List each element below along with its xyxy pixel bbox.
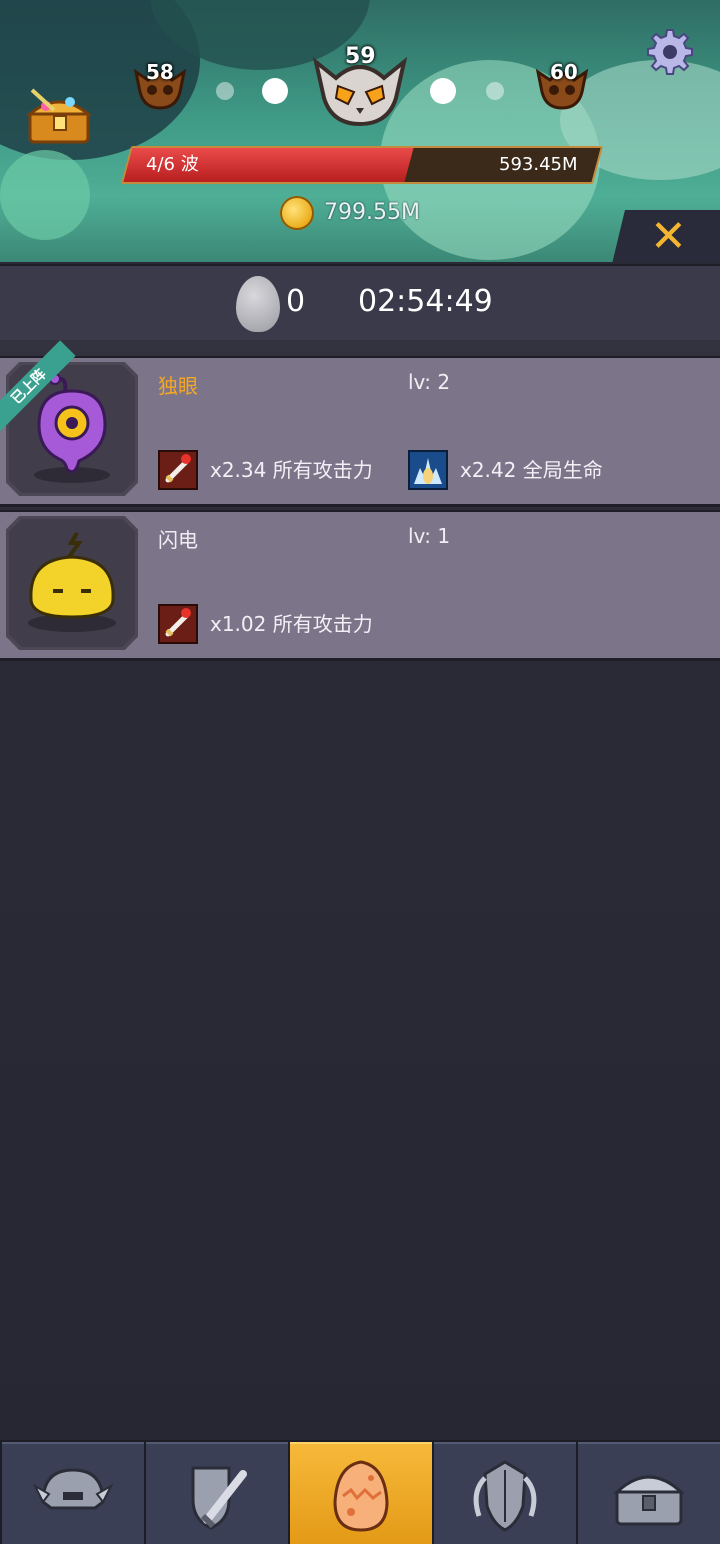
wave-dot [430, 78, 456, 104]
egg-icon [333, 1460, 389, 1532]
tab-armor[interactable] [434, 1442, 576, 1544]
pet-level: lv: 1 [408, 524, 451, 548]
battle-header: 58 59 60 4/6 波 593.45M 799.55M ✕ [0, 0, 720, 262]
treasure-chest-icon[interactable] [24, 86, 96, 148]
pet-portrait [6, 516, 138, 650]
close-icon: ✕ [650, 211, 687, 262]
wave-dot [486, 82, 504, 100]
helmet-icon [33, 1468, 113, 1510]
egg-count: 0 [286, 284, 306, 319]
sword-icon [158, 450, 198, 490]
shield-sword-icon [191, 1466, 247, 1530]
pet-list: 已上阵 独眼 lv: 2 x2.34 所有攻击力 x2.42 全局生命 闪电 l… [0, 340, 720, 1440]
bottom-nav [0, 1440, 720, 1544]
wave-next-number: 60 [550, 60, 578, 84]
pet-level: lv: 2 [408, 370, 451, 394]
pet-name: 独眼 [158, 374, 198, 398]
tab-equipment[interactable] [146, 1442, 288, 1544]
bush [0, 150, 90, 240]
lightning-pet-icon [28, 531, 116, 632]
tab-eggs[interactable] [290, 1442, 432, 1544]
close-button[interactable]: ✕ [612, 210, 720, 262]
health-aura-icon [408, 450, 448, 490]
armor-icon [473, 1460, 537, 1532]
sword-icon [158, 604, 198, 644]
wave-progress-label: 4/6 波 [146, 154, 199, 175]
treasure-chest-icon [613, 1475, 685, 1526]
gold-coin-icon [280, 196, 314, 230]
egg-icon [236, 276, 280, 332]
gold-amount: 799.55M [324, 200, 420, 225]
buff-text: x1.02 所有攻击力 [210, 612, 373, 636]
wave-current-number: 59 [345, 44, 376, 69]
wave-dot [262, 78, 288, 104]
pet-row[interactable]: 已上阵 独眼 lv: 2 x2.34 所有攻击力 x2.42 全局生命 [0, 340, 720, 507]
wave-dot [216, 82, 234, 100]
tab-heroes[interactable] [2, 1442, 144, 1544]
wave-hp-bar: 4/6 波 593.45M [120, 146, 604, 184]
hatch-timer: 02:54:49 [358, 284, 493, 319]
gear-icon[interactable] [646, 28, 694, 76]
buff-text: x2.42 全局生命 [460, 458, 603, 482]
wave-prev-number: 58 [146, 60, 174, 84]
buff-text: x2.34 所有攻击力 [210, 458, 373, 482]
wave-hp-value: 593.45M [499, 154, 578, 175]
pet-name: 闪电 [158, 528, 198, 552]
pet-row[interactable]: 闪电 lv: 1 x1.02 所有攻击力 [0, 510, 720, 661]
tab-chest[interactable] [578, 1442, 720, 1544]
